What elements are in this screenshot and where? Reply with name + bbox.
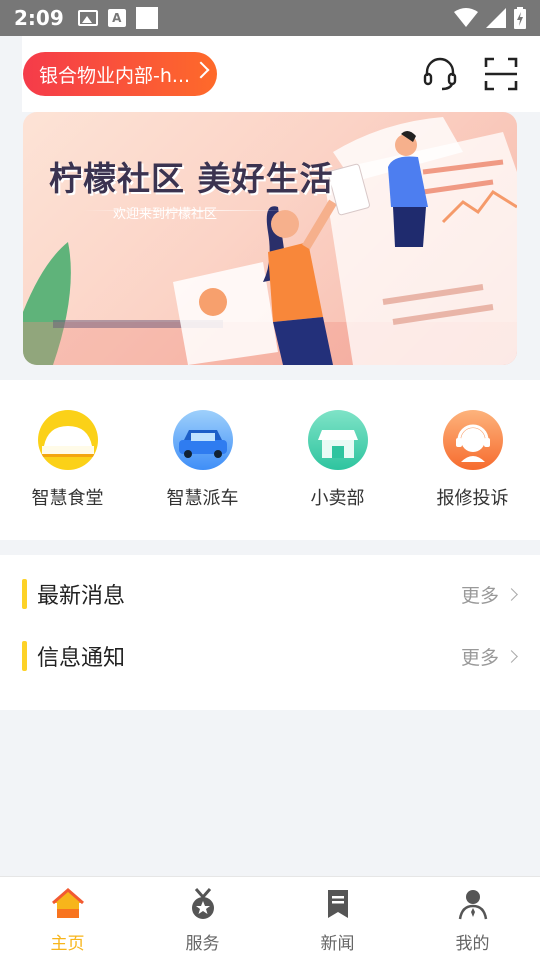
car-icon [172, 410, 233, 470]
more-label: 更多 [460, 584, 499, 607]
chevron-right-icon [192, 61, 210, 79]
tab-label: 新闻 [320, 934, 355, 954]
menu-shop[interactable]: 小卖部 [270, 380, 405, 540]
menu-label: 小卖部 [310, 488, 365, 509]
quick-menu: 智慧食堂 智慧派车 小卖部 报修投诉 [0, 380, 540, 540]
banner-illustration [23, 117, 517, 365]
headset-icon[interactable] [422, 56, 458, 92]
location-selector[interactable]: 银合物业内部-h... [23, 52, 217, 96]
menu-repair-complaint[interactable]: 报修投诉 [405, 380, 540, 540]
section-bullet [22, 579, 27, 609]
signal-icon [486, 8, 506, 28]
service-agent-icon [442, 410, 503, 470]
top-header: 银合物业内部-h... [22, 36, 540, 112]
section-title: 最新消息 [37, 584, 126, 609]
more-label: 更多 [460, 646, 499, 669]
menu-smart-dispatch[interactable]: 智慧派车 [135, 380, 270, 540]
menu-label: 智慧派车 [166, 488, 239, 509]
menu-label: 智慧食堂 [31, 488, 104, 509]
promo-banner[interactable]: 柠檬社区 美好生活 欢迎来到柠檬社区 [23, 112, 517, 365]
shop-icon [307, 410, 368, 470]
section-title: 信息通知 [37, 646, 126, 671]
medal-icon [191, 888, 214, 919]
more-link[interactable]: 更多 [460, 643, 518, 670]
scan-icon[interactable] [484, 57, 518, 91]
banner-subtitle: 欢迎来到柠檬社区 [113, 207, 218, 222]
battery-icon [514, 7, 526, 29]
tab-news[interactable]: 新闻 [270, 877, 405, 960]
location-label: 银合物业内部-h... [39, 64, 191, 87]
bottom-tab-bar: 主页 服务 新闻 我的 [0, 876, 540, 960]
list-item-latest-news[interactable]: 最新消息 更多 [0, 563, 540, 625]
home-icon [51, 888, 84, 918]
tab-mine[interactable]: 我的 [405, 877, 540, 960]
info-list: 最新消息 更多 信息通知 更多 [0, 555, 540, 710]
square-icon [135, 7, 158, 29]
more-link[interactable]: 更多 [460, 581, 518, 608]
wifi-icon [454, 8, 478, 27]
tab-services[interactable]: 服务 [135, 877, 270, 960]
menu-label: 报修投诉 [436, 488, 509, 509]
list-item-notice[interactable]: 信息通知 更多 [0, 625, 540, 687]
menu-smart-canteen[interactable]: 智慧食堂 [0, 380, 135, 540]
tab-label: 服务 [185, 934, 220, 954]
section-bullet [22, 641, 27, 671]
status-bar: 2:09 A [0, 0, 540, 36]
image-icon [77, 10, 98, 26]
tab-label: 主页 [50, 934, 85, 954]
chevron-right-icon [505, 649, 518, 663]
news-icon [327, 890, 348, 918]
canteen-icon [37, 410, 98, 470]
a-icon: A [107, 9, 126, 27]
chevron-right-icon [505, 587, 518, 601]
tab-home[interactable]: 主页 [0, 877, 135, 960]
person-icon [458, 890, 487, 920]
status-time: 2:09 [14, 6, 64, 30]
banner-title: 柠檬社区 美好生活 [49, 159, 334, 198]
tab-label: 我的 [455, 934, 490, 954]
